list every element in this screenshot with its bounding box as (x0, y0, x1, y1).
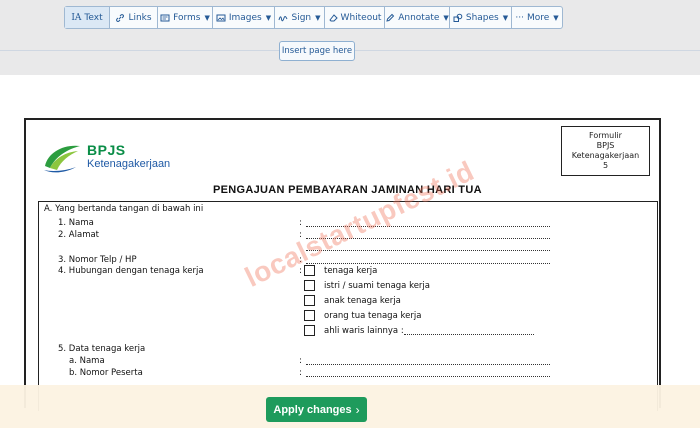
colon: : (299, 218, 302, 228)
signature-icon (278, 15, 288, 21)
colon: : (299, 368, 302, 378)
checkbox-istri-suami[interactable] (304, 280, 315, 291)
option-orang-tua: orang tua tenaga kerja (324, 311, 422, 321)
logo-brand: BPJS (87, 142, 126, 158)
forms-tool-button[interactable]: Forms ▼ (158, 7, 213, 28)
ahli-waris-fill-line[interactable] (404, 334, 534, 335)
option-istri-suami: istri / suami tenaga kerja (324, 281, 430, 291)
nama-tk-fill-line[interactable] (306, 364, 550, 365)
field-label-data-tenaga-kerja: 5. Data tenaga kerja (58, 344, 146, 354)
chevron-down-icon: ▼ (204, 13, 210, 22)
chevron-down-icon: ▼ (553, 13, 559, 22)
form-box-line: BPJS (596, 141, 615, 150)
ellipsis-icon: ··· (515, 12, 524, 23)
chevron-down-icon: ▼ (265, 13, 272, 22)
chevron-down-icon: ▼ (315, 13, 321, 22)
section-a-heading: A. Yang bertanda tangan di bawah ini (44, 204, 204, 214)
chevron-right-icon: › (355, 402, 360, 417)
whiteout-tool-button[interactable]: Whiteout (325, 7, 385, 28)
logo-subtitle: Ketenagakerjaan (87, 158, 171, 170)
form-box-line: 5 (602, 161, 609, 170)
link-icon (116, 13, 125, 22)
chevron-down-icon: ▼ (502, 13, 509, 22)
colon: : (299, 356, 302, 366)
image-icon (216, 14, 226, 21)
checkbox-orang-tua[interactable] (304, 310, 315, 321)
eraser-icon (328, 13, 338, 21)
field-label-hubungan: 4. Hubungan dengan tenaga kerja (58, 266, 204, 276)
text-tool-icon: IA (71, 12, 82, 23)
bpjs-logo: BPJS Ketenagakerjaan (42, 140, 202, 176)
form-icon (160, 14, 170, 21)
form-box-line: Formulir (589, 131, 622, 140)
checkbox-ahli-waris[interactable] (304, 325, 315, 336)
bpjs-leaf-icon (44, 145, 80, 173)
nomor-peserta-fill-line[interactable] (306, 376, 550, 377)
insert-page-button[interactable]: Insert page here (279, 41, 355, 61)
telp-fill-line[interactable] (306, 263, 550, 264)
checkbox-anak[interactable] (304, 295, 315, 306)
shapes-icon (453, 13, 463, 22)
links-tool-button[interactable]: Links (110, 7, 158, 28)
more-tool-button[interactable]: ··· More ▼ (512, 7, 562, 28)
field-label-nama-tk: a. Nama (69, 356, 105, 366)
pencil-icon (386, 13, 395, 22)
field-label-telp: 3. Nomor Telp / HP (58, 255, 137, 265)
form-box-line: Ketenagakerjaan (571, 151, 640, 160)
editor-toolbar: IA Text Links Forms ▼ Images ▼ Sign ▼ White… (64, 6, 563, 29)
apply-changes-button[interactable]: Apply changes › (266, 397, 367, 422)
option-anak: anak tenaga kerja (324, 296, 401, 306)
field-label-nomor-peserta: b. Nomor Peserta (69, 368, 143, 378)
annotate-tool-button[interactable]: Annotate ▼ (385, 7, 450, 28)
form-number-box: Formulir BPJS Ketenagakerjaan 5 (561, 126, 650, 176)
sign-tool-button[interactable]: Sign ▼ (275, 7, 325, 28)
chevron-down-icon: ▼ (443, 13, 449, 22)
option-tenaga-kerja: tenaga kerja (324, 266, 378, 276)
shapes-tool-button[interactable]: Shapes ▼ (450, 7, 512, 28)
apply-changes-label: Apply changes (273, 403, 352, 416)
field-label-nama: 1. Nama (58, 218, 94, 228)
text-tool-button[interactable]: IA Text (65, 7, 110, 28)
field-label-alamat: 2. Alamat (58, 230, 100, 240)
option-ahli-waris: ahli waris lainnya : (324, 326, 404, 336)
images-tool-button[interactable]: Images ▼ (213, 7, 275, 28)
